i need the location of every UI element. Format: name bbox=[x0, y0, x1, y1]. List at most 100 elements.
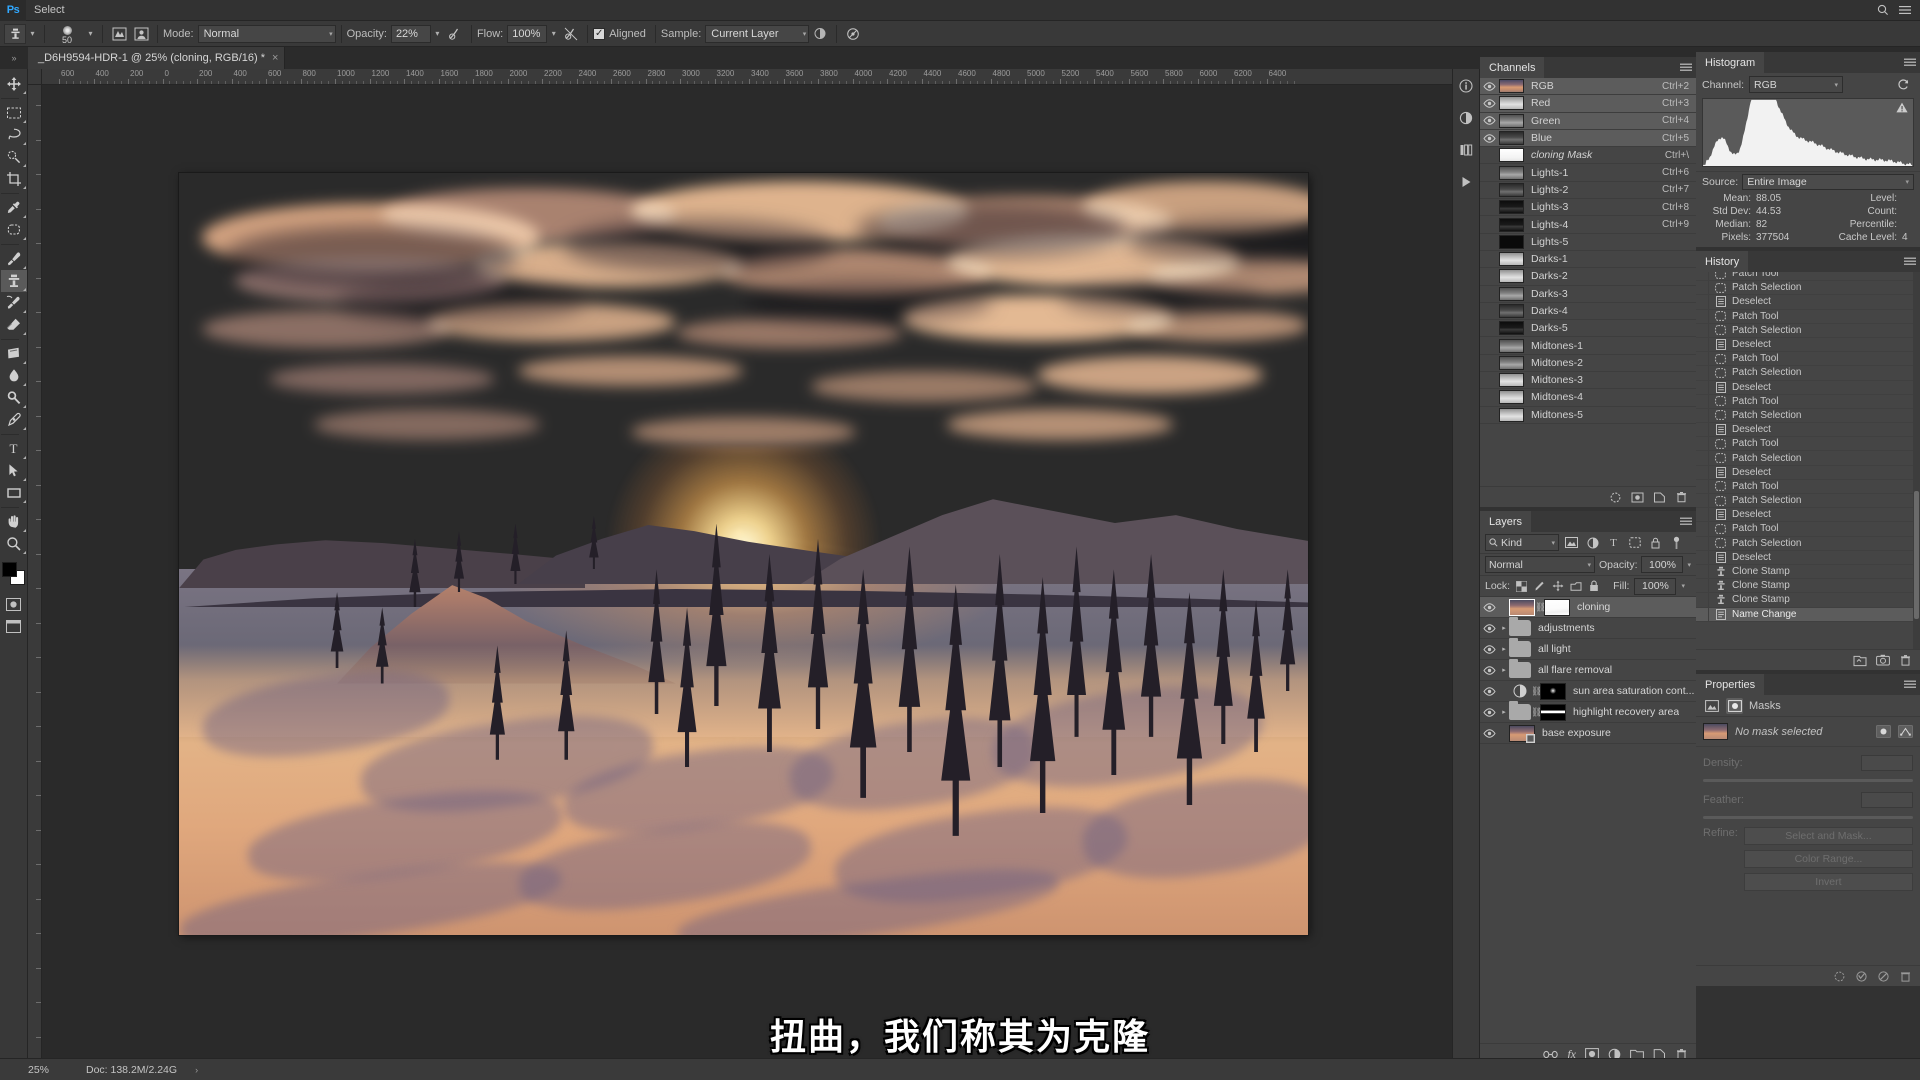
channels-panel-menu-icon[interactable] bbox=[1676, 57, 1696, 78]
load-channel-as-selection-icon[interactable] bbox=[1609, 491, 1622, 504]
delete-mask-icon[interactable] bbox=[1899, 970, 1912, 983]
history-state-item[interactable]: Deselect bbox=[1696, 423, 1920, 438]
history-state-item[interactable]: Deselect bbox=[1696, 380, 1920, 395]
history-state-item[interactable]: Patch Tool bbox=[1696, 272, 1920, 282]
history-state-item[interactable]: Patch Selection bbox=[1696, 408, 1920, 424]
load-selection-from-mask-icon[interactable] bbox=[1833, 970, 1846, 983]
layer-filter-kind-select[interactable]: Kind ▾ bbox=[1485, 534, 1559, 551]
history-panel-menu-icon[interactable] bbox=[1900, 251, 1920, 272]
lasso-tool[interactable] bbox=[1, 124, 27, 146]
clone-stamp-tool-icon[interactable] bbox=[4, 23, 26, 44]
histogram-source-select[interactable]: Entire Image ▾ bbox=[1742, 174, 1914, 190]
pen-tool[interactable] bbox=[1, 409, 27, 431]
channel-row[interactable]: Midtones-2 bbox=[1480, 355, 1696, 373]
layer-visibility-icon[interactable] bbox=[1480, 707, 1499, 717]
lock-image-pixels-icon[interactable] bbox=[1533, 579, 1546, 594]
layer-name[interactable]: all flare removal bbox=[1538, 664, 1612, 676]
hand-tool[interactable] bbox=[1, 511, 27, 533]
channel-visibility-icon[interactable] bbox=[1480, 81, 1499, 91]
properties-panel-menu-icon[interactable] bbox=[1900, 674, 1920, 695]
layer-thumbnail[interactable] bbox=[1509, 598, 1535, 616]
tab-channels[interactable]: Channels bbox=[1480, 57, 1545, 78]
channel-row[interactable]: Midtones-3 bbox=[1480, 372, 1696, 390]
tablet-pressure-icon[interactable] bbox=[842, 24, 864, 44]
channel-row[interactable]: Green Ctrl+4 bbox=[1480, 112, 1696, 130]
channel-row[interactable]: Blue Ctrl+5 bbox=[1480, 129, 1696, 148]
clone-stamp-tool[interactable] bbox=[0, 270, 27, 292]
vertical-ruler[interactable] bbox=[28, 85, 42, 1058]
filter-smart-object-icon[interactable] bbox=[1647, 534, 1664, 551]
create-document-from-state-icon[interactable] bbox=[1853, 654, 1867, 667]
layer-name[interactable]: adjustments bbox=[1538, 622, 1595, 634]
histogram-channel-select[interactable]: RGB ▾ bbox=[1749, 76, 1844, 93]
layer-row[interactable]: ⛓ sun area saturation cont... bbox=[1480, 681, 1696, 702]
dodge-tool[interactable] bbox=[1, 387, 27, 409]
channel-row[interactable]: Lights-5 bbox=[1480, 234, 1696, 251]
layer-blend-mode-select[interactable]: Normal ▾ bbox=[1485, 556, 1595, 573]
history-state-item[interactable]: Patch Tool bbox=[1696, 437, 1920, 452]
layer-name[interactable]: cloning bbox=[1577, 601, 1610, 613]
history-state-item[interactable]: Deselect bbox=[1696, 465, 1920, 480]
sample-select[interactable]: Current Layer ▾ bbox=[705, 24, 810, 43]
gradient-tool[interactable] bbox=[1, 343, 27, 365]
add-pixel-mask-icon[interactable] bbox=[1876, 725, 1891, 738]
channel-row[interactable]: Lights-3 Ctrl+8 bbox=[1480, 199, 1696, 217]
type-tool[interactable]: T bbox=[1, 438, 27, 460]
history-state-item[interactable]: Patch Tool bbox=[1696, 309, 1920, 324]
layer-visibility-icon[interactable] bbox=[1480, 644, 1499, 654]
filter-pixel-icon[interactable] bbox=[1563, 534, 1580, 551]
tool-preset-chevron-icon[interactable]: ▾ bbox=[26, 24, 39, 44]
filter-toggle-icon[interactable] bbox=[1668, 534, 1685, 551]
layer-expand-icon[interactable]: ▸ bbox=[1499, 645, 1509, 653]
history-state-item[interactable]: Patch Tool bbox=[1696, 394, 1920, 409]
eyedropper-tool[interactable] bbox=[1, 197, 27, 219]
lock-all-icon[interactable] bbox=[1587, 579, 1600, 594]
collapse-tabs-icon[interactable]: » bbox=[0, 47, 28, 69]
layer-row[interactable]: ▸ all light bbox=[1480, 638, 1696, 660]
layer-visibility-icon[interactable] bbox=[1480, 623, 1499, 633]
rectangle-tool[interactable] bbox=[1, 482, 27, 504]
brush-size-preview[interactable]: 50 bbox=[50, 23, 84, 45]
layer-visibility-icon[interactable] bbox=[1480, 602, 1499, 612]
history-state-item[interactable]: Name Change bbox=[1696, 607, 1920, 622]
fill-chevron-icon[interactable]: ▾ bbox=[1681, 582, 1685, 590]
flow-chevron-icon[interactable]: ▾ bbox=[547, 24, 560, 44]
clone-source-panel-icon[interactable] bbox=[130, 24, 152, 44]
brush-panel-icon[interactable] bbox=[108, 24, 130, 44]
channel-visibility-icon[interactable] bbox=[1480, 99, 1499, 108]
document-window[interactable] bbox=[42, 85, 1452, 1058]
patch-tool[interactable] bbox=[1, 219, 27, 241]
move-tool[interactable] bbox=[1, 73, 27, 95]
apply-mask-icon[interactable] bbox=[1855, 970, 1868, 983]
channel-row[interactable]: Midtones-5 bbox=[1480, 407, 1696, 424]
channels-list[interactable]: RGB Ctrl+2 Red Ctrl+3 Green Ctrl+4 Blue Ctrl+5 c… bbox=[1480, 78, 1696, 486]
status-chevron-icon[interactable]: › bbox=[177, 1065, 198, 1075]
filter-shape-icon[interactable] bbox=[1626, 534, 1643, 551]
layer-mask-link-icon[interactable]: ⛓ bbox=[1531, 707, 1542, 718]
foreground-color-swatch[interactable] bbox=[1, 562, 17, 577]
delete-state-icon[interactable] bbox=[1899, 654, 1912, 667]
history-state-item[interactable]: Patch Selection bbox=[1696, 536, 1920, 551]
layer-name[interactable]: sun area saturation cont... bbox=[1573, 685, 1694, 697]
layer-visibility-icon[interactable] bbox=[1480, 665, 1499, 675]
quick-mask-icon[interactable] bbox=[1, 593, 27, 615]
blend-mode-select[interactable]: Normal ▾ bbox=[197, 24, 336, 43]
save-selection-as-channel-icon[interactable] bbox=[1631, 491, 1644, 504]
filter-adjustment-icon[interactable] bbox=[1584, 534, 1601, 551]
history-list[interactable]: Patch Tool Patch Selection Deselect Patch T… bbox=[1696, 272, 1920, 649]
actions-panel-icon[interactable] bbox=[1455, 171, 1477, 193]
history-state-item[interactable]: Deselect bbox=[1696, 508, 1920, 523]
channel-row[interactable]: Lights-1 Ctrl+6 bbox=[1480, 164, 1696, 182]
channel-row[interactable]: cloning Mask Ctrl+\ bbox=[1480, 147, 1696, 165]
layer-expand-icon[interactable]: ▸ bbox=[1499, 708, 1509, 716]
layer-row[interactable]: ⛓ cloning bbox=[1480, 597, 1696, 618]
history-state-item[interactable]: Clone Stamp bbox=[1696, 564, 1920, 580]
history-state-item[interactable]: Patch Selection bbox=[1696, 323, 1920, 338]
history-state-item[interactable]: Patch Tool bbox=[1696, 522, 1920, 537]
create-new-channel-icon[interactable] bbox=[1653, 491, 1666, 504]
history-state-item[interactable]: Clone Stamp bbox=[1696, 593, 1920, 608]
tab-histogram[interactable]: Histogram bbox=[1696, 52, 1765, 73]
layer-row[interactable]: ▸ adjustments bbox=[1480, 617, 1696, 639]
horizontal-ruler[interactable]: 600 400 200 0 200 400 600 800 1000 1200 1400 1600 18… bbox=[42, 69, 1452, 85]
search-icon[interactable] bbox=[1872, 0, 1894, 20]
